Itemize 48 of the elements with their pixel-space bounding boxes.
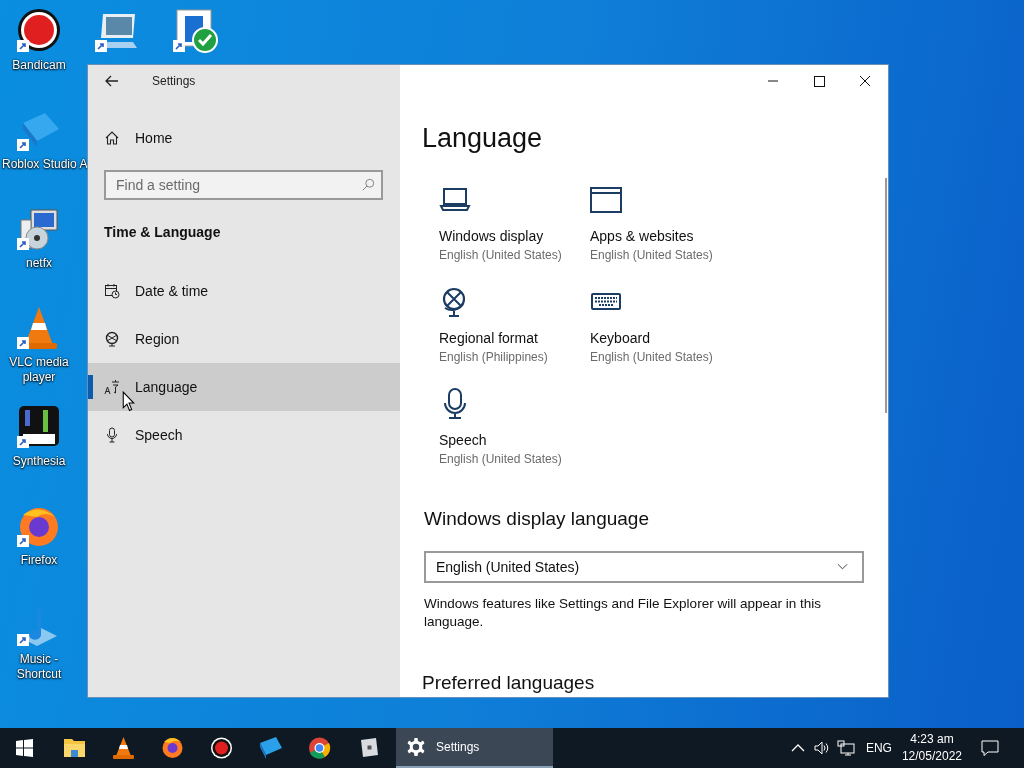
search-field[interactable]: Find a setting <box>104 170 383 200</box>
tile-title[interactable]: Apps & websites <box>590 226 694 246</box>
tile-title[interactable]: Windows display <box>439 226 544 246</box>
desktop-icon-label: Music - Shortcut <box>15 652 63 682</box>
tile-title[interactable]: Keyboard <box>590 328 650 348</box>
settings-taskbar-button[interactable]: Settings <box>396 728 553 768</box>
tile-subtitle: English (Philippines) <box>439 349 548 366</box>
desktop-icon-label: Firefox <box>20 553 58 568</box>
desktop-icon-label: VLC media player <box>8 355 70 385</box>
calendar-clock-icon <box>104 283 120 299</box>
home-icon <box>104 130 120 146</box>
tile-subtitle: English (United States) <box>590 349 713 366</box>
sidebar-item[interactable]: Region <box>88 315 400 363</box>
microphone-icon <box>104 427 120 443</box>
network-icon[interactable] <box>835 738 856 758</box>
notifications-icon[interactable] <box>980 738 1000 758</box>
clock[interactable]: 4:23 am 12/05/2022 <box>901 731 962 765</box>
window-icon[interactable] <box>590 184 622 216</box>
tile-subtitle: English (United States) <box>590 247 713 264</box>
globe-icon <box>104 331 120 347</box>
tile-subtitle: English (United States) <box>439 451 562 468</box>
section-heading: Time & Language <box>104 223 221 242</box>
home-nav-item[interactable]: Home <box>88 114 183 162</box>
section-heading: Windows display language <box>424 507 649 531</box>
desktop-icon-label: Bandicam <box>12 58 66 73</box>
desktop-icon-label: Roblox Studio A <box>2 157 88 172</box>
tile-title[interactable]: Regional format <box>439 328 538 348</box>
description-text: Windows features like Settings and File Explorer will appear in this language. <box>424 595 822 631</box>
scrollbar[interactable] <box>885 178 887 413</box>
checkmark-window-icon[interactable] <box>171 8 219 56</box>
search-icon <box>361 178 375 192</box>
section-heading: Preferred languages <box>422 671 595 695</box>
language-icon <box>104 379 120 395</box>
sidebar-item[interactable]: Language <box>88 363 400 411</box>
tile-subtitle: English (United States) <box>439 247 562 264</box>
input-language-indicator[interactable]: ENG <box>865 741 892 755</box>
desktop-icon-label: Synthesia <box>12 454 66 469</box>
chevron-down-icon <box>837 563 848 571</box>
sidebar-item[interactable]: Speech <box>88 411 400 459</box>
gear-icon <box>406 737 426 757</box>
desktop-icon-label: netfx <box>26 256 52 271</box>
window-title: Settings <box>152 74 196 88</box>
page-heading: Language <box>422 122 543 155</box>
sidebar-item[interactable]: Date & time <box>88 267 400 315</box>
back-arrow-icon[interactable] <box>104 73 120 89</box>
mouse-cursor-icon <box>122 391 135 412</box>
language-dropdown[interactable]: English (United States) <box>424 551 864 583</box>
tile-title[interactable]: Speech <box>439 430 487 450</box>
